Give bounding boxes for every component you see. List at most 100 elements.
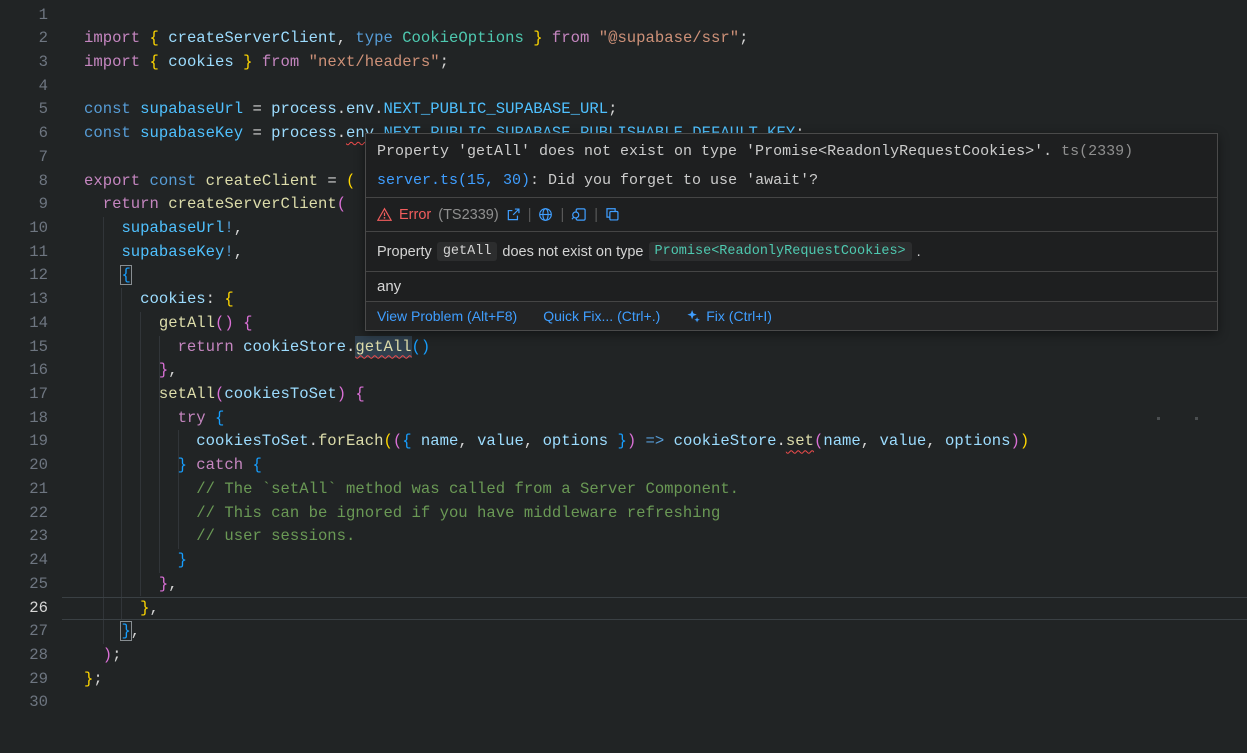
code-token: ; xyxy=(439,52,449,71)
line-number[interactable]: 6 xyxy=(0,122,48,146)
code-line[interactable]: 28 ); xyxy=(0,644,1247,668)
code-line[interactable]: 30 xyxy=(0,691,1247,715)
related-location-link[interactable]: server.ts(15, 30) xyxy=(377,172,530,189)
code-token: ( xyxy=(383,432,393,451)
line-number[interactable]: 10 xyxy=(0,217,48,241)
line-number[interactable]: 23 xyxy=(0,525,48,549)
copy-icon[interactable] xyxy=(605,207,620,222)
line-number[interactable]: 20 xyxy=(0,454,48,478)
code-token: return xyxy=(102,195,169,214)
code-line[interactable]: 26 }, xyxy=(0,597,1247,621)
code-line[interactable]: 19 cookiesToSet.forEach(({ name, value, … xyxy=(0,430,1247,454)
code-token: = xyxy=(243,124,272,143)
code-line[interactable]: 23 // user sessions. xyxy=(0,525,1247,549)
code-line[interactable]: 2 import { createServerClient, type Cooki… xyxy=(0,27,1247,51)
code-text: // This can be ignored if you have middl… xyxy=(84,502,720,526)
diagnostic-message: Property 'getAll' does not exist on type… xyxy=(377,143,1053,160)
line-number[interactable]: 28 xyxy=(0,644,48,668)
code-token: const xyxy=(84,100,141,119)
code-text: supabaseUrl!, xyxy=(84,217,243,241)
line-number[interactable]: 27 xyxy=(0,620,48,644)
code-line[interactable]: 17 setAll(cookiesToSet) { xyxy=(0,383,1247,407)
code-text: } xyxy=(84,549,187,573)
code-token: } xyxy=(120,621,132,642)
line-number[interactable]: 16 xyxy=(0,359,48,383)
hover-tooltip: Property 'getAll' does not exist on type… xyxy=(365,133,1218,331)
code-token: process xyxy=(271,100,337,119)
line-number[interactable]: 14 xyxy=(0,312,48,336)
line-number[interactable]: 13 xyxy=(0,288,48,312)
code-token: . xyxy=(336,124,347,143)
code-token: ( xyxy=(813,432,824,451)
copilot-fix-button[interactable]: Fix (Ctrl+I) xyxy=(686,308,772,324)
line-number[interactable]: 11 xyxy=(0,241,48,265)
view-problem-button[interactable]: View Problem (Alt+F8) xyxy=(377,308,517,324)
external-link-icon[interactable] xyxy=(506,207,521,222)
code-line[interactable]: 16 }, xyxy=(0,359,1247,383)
code-line[interactable]: 18 try { xyxy=(0,407,1247,431)
line-number[interactable]: 29 xyxy=(0,668,48,692)
line-number[interactable]: 8 xyxy=(0,170,48,194)
quick-fix-button[interactable]: Quick Fix... (Ctrl+.) xyxy=(543,308,660,324)
code-line[interactable]: 27 }, xyxy=(0,620,1247,644)
code-token: , xyxy=(233,242,244,261)
line-number[interactable]: 19 xyxy=(0,430,48,454)
line-number[interactable]: 15 xyxy=(0,336,48,360)
line-number[interactable]: 21 xyxy=(0,478,48,502)
code-line[interactable]: 22 // This can be ignored if you have mi… xyxy=(0,502,1247,526)
code-token: forEach xyxy=(317,432,384,451)
code-token: ( xyxy=(392,432,403,451)
line-number[interactable]: 4 xyxy=(0,75,48,99)
code-line[interactable]: 15 return cookieStore.getAll() xyxy=(0,336,1247,360)
line-number[interactable]: 17 xyxy=(0,383,48,407)
code-token: const xyxy=(84,124,141,143)
code-token: , xyxy=(860,432,880,451)
code-text: getAll() { xyxy=(84,312,253,336)
code-line[interactable]: 1 xyxy=(0,4,1247,28)
line-number[interactable]: 12 xyxy=(0,264,48,288)
line-number[interactable]: 2 xyxy=(0,27,48,51)
line-number[interactable]: 3 xyxy=(0,51,48,75)
detail-text: does not exist on type xyxy=(502,243,644,260)
icon-separator: | xyxy=(527,206,532,223)
code-line[interactable]: 20 } catch { xyxy=(0,454,1247,478)
code-line[interactable]: 4 xyxy=(0,75,1247,99)
code-token: . xyxy=(308,432,318,451)
line-number[interactable]: 9 xyxy=(0,193,48,217)
inline-code-chip-type: Promise<ReadonlyRequestCookies> xyxy=(648,242,912,261)
sparkle-icon xyxy=(686,309,701,324)
error-detail-sentence: Property getAll does not exist on type P… xyxy=(366,231,1217,271)
line-number[interactable]: 26 xyxy=(0,597,48,621)
detail-text: Property xyxy=(377,243,432,260)
code-text: // The `setAll` method was called from a… xyxy=(84,478,739,502)
line-number[interactable]: 25 xyxy=(0,573,48,597)
line-number[interactable]: 7 xyxy=(0,146,48,170)
code-text: ); xyxy=(84,644,122,668)
code-line[interactable]: 29}; xyxy=(0,668,1247,692)
code-token: } xyxy=(158,574,169,593)
code-token: value xyxy=(879,432,927,451)
globe-icon[interactable] xyxy=(538,207,553,222)
code-token: } xyxy=(158,361,169,380)
code-token: // The `setAll` method was called from a… xyxy=(84,479,740,498)
hover-status-bar: View Problem (Alt+F8) Quick Fix... (Ctrl… xyxy=(366,301,1217,330)
icon-separator: | xyxy=(560,206,565,223)
line-number[interactable]: 24 xyxy=(0,549,48,573)
line-number[interactable]: 1 xyxy=(0,4,48,28)
code-line[interactable]: 21 // The `setAll` method was called fro… xyxy=(0,478,1247,502)
code-token: , xyxy=(130,622,141,641)
code-token: . xyxy=(346,337,356,356)
code-line[interactable]: 24 } xyxy=(0,549,1247,573)
line-number[interactable]: 5 xyxy=(0,98,48,122)
line-number[interactable]: 18 xyxy=(0,407,48,431)
code-line[interactable]: 25 }, xyxy=(0,573,1247,597)
line-number[interactable]: 30 xyxy=(0,691,48,715)
code-line[interactable]: 3 import { cookies } from "next/headers"; xyxy=(0,51,1247,75)
doc-search-icon[interactable] xyxy=(571,207,587,222)
code-line[interactable]: 5 const supabaseUrl = process.env.NEXT_PU… xyxy=(0,98,1247,122)
code-token: ) xyxy=(1010,432,1020,451)
line-number[interactable]: 22 xyxy=(0,502,48,526)
